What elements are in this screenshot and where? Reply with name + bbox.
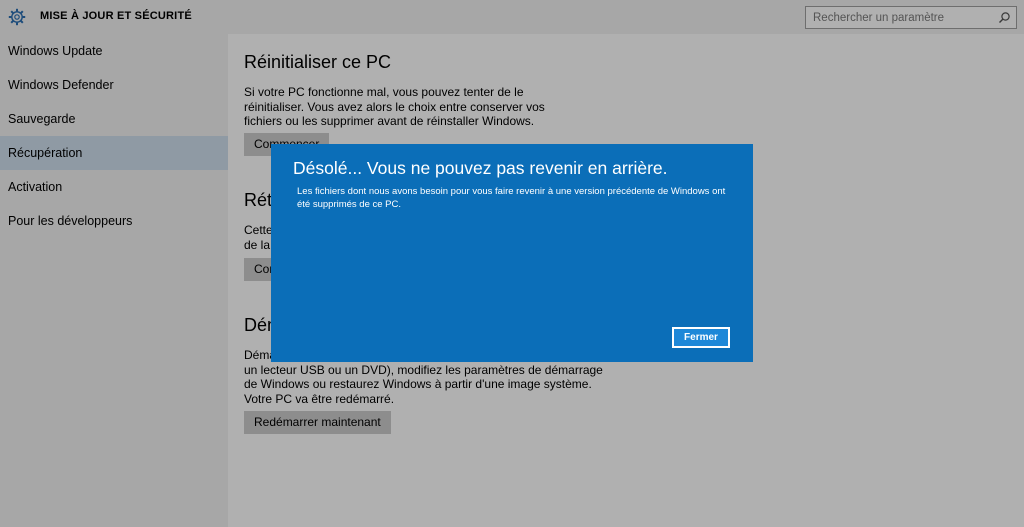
dialog-message: Les fichiers dont nous avons besoin pour… — [297, 186, 726, 210]
dialog-title: Désolé... Vous ne pouvez pas revenir en … — [293, 158, 668, 178]
close-button[interactable]: Fermer — [672, 327, 730, 348]
error-dialog: Désolé... Vous ne pouvez pas revenir en … — [271, 144, 753, 362]
